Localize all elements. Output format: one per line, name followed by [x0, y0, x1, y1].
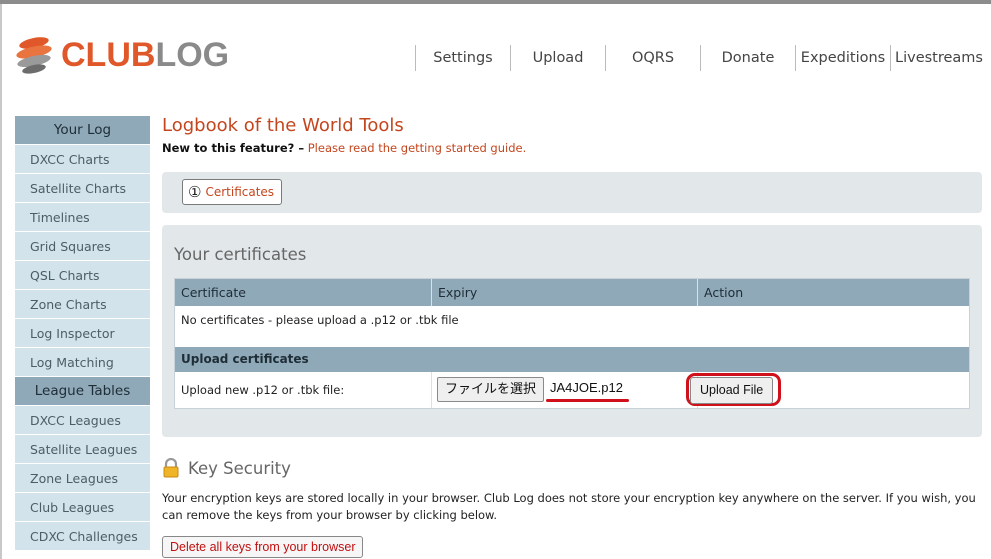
upload-row: Upload new .p12 or .tbk file: ファイルを選択 JA…: [175, 372, 969, 408]
page-title: Logbook of the World Tools: [162, 115, 404, 136]
certificates-panel: Your certificates Certificate Expiry Act…: [162, 225, 982, 437]
upload-label: Upload new .p12 or .tbk file:: [175, 372, 432, 408]
column-header-action: Action: [704, 285, 744, 300]
globe-logo-icon: [16, 37, 52, 74]
nav-upload[interactable]: Upload: [516, 45, 600, 71]
nav-separator: [415, 45, 416, 71]
choose-file-button[interactable]: ファイルを選択: [437, 377, 545, 402]
main-content: Logbook of the World Tools New to this f…: [162, 112, 982, 478]
nav-separator: [605, 45, 606, 71]
left-border: [0, 4, 2, 559]
nav-expeditions[interactable]: Expeditions: [799, 45, 887, 71]
nav-separator: [795, 45, 796, 71]
sidebar-item-dxcc-leagues[interactable]: DXCC Leagues: [15, 406, 150, 435]
nav-separator: [890, 45, 891, 71]
sidebar-item-satellite-charts[interactable]: Satellite Charts: [15, 174, 150, 203]
sidebar-item-zone-leagues[interactable]: Zone Leagues: [15, 464, 150, 493]
sidebar-heading-your-log[interactable]: Your Log: [15, 116, 150, 145]
empty-table-message: No certificates - please upload a .p12 o…: [175, 306, 969, 334]
nav-oqrs[interactable]: OQRS: [611, 45, 695, 71]
nav-livestreams[interactable]: Livestreams: [895, 45, 983, 71]
sidebar-item-club-leagues[interactable]: Club Leagues: [15, 493, 150, 522]
key-security-title: Key Security: [188, 458, 291, 478]
table-spacer: [175, 334, 969, 347]
top-nav: Settings Upload OQRS Donate Expeditions …: [415, 45, 991, 71]
certificates-title: Your certificates: [174, 245, 307, 264]
sidebar-item-zone-charts[interactable]: Zone Charts: [15, 290, 150, 319]
key-security-section: Key Security: [162, 458, 291, 478]
clublog-logo[interactable]: CLUBLOG: [15, 30, 229, 80]
table-header: Certificate Expiry Action: [175, 279, 969, 306]
intro-lead: New to this feature? –: [162, 141, 305, 155]
sidebar: Your Log DXCC Charts Satellite Charts Ti…: [15, 116, 150, 551]
upload-file-button[interactable]: Upload File: [690, 377, 774, 404]
delete-keys-button[interactable]: Delete all keys from your browser: [162, 536, 364, 558]
highlight-underline: [546, 399, 629, 402]
sidebar-item-qsl-charts[interactable]: QSL Charts: [15, 261, 150, 290]
key-security-description: Your encryption keys are stored locally …: [162, 491, 976, 522]
sidebar-item-log-inspector[interactable]: Log Inspector: [15, 319, 150, 348]
tab-label: Certificates: [205, 185, 275, 199]
sidebar-item-timelines[interactable]: Timelines: [15, 203, 150, 232]
file-input[interactable]: ファイルを選択 JA4JOE.p12: [432, 372, 698, 408]
sidebar-item-cdxc-challenges[interactable]: CDXC Challenges: [15, 522, 150, 551]
column-header-certificate: Certificate: [175, 279, 432, 306]
logo-text-log: LOG: [155, 36, 230, 74]
column-header-expiry: Expiry: [432, 279, 698, 306]
certificates-table: Certificate Expiry Action No certificate…: [174, 278, 970, 409]
tab-number: ①: [188, 183, 202, 201]
getting-started-link[interactable]: Please read the getting started guide.: [308, 141, 527, 155]
action-cell: Upload File: [686, 372, 969, 408]
sidebar-item-log-matching[interactable]: Log Matching: [15, 348, 150, 377]
tab-certificates[interactable]: ① Certificates: [182, 179, 283, 205]
intro-text: New to this feature? – Please read the g…: [162, 141, 982, 161]
selected-file-name: JA4JOE.p12: [550, 380, 623, 395]
nav-separator: [510, 45, 511, 71]
top-border: [0, 0, 991, 4]
nav-separator: [700, 45, 701, 71]
sidebar-item-dxcc-charts[interactable]: DXCC Charts: [15, 145, 150, 174]
sidebar-heading-league-tables[interactable]: League Tables: [15, 377, 150, 406]
lock-icon: [163, 458, 179, 478]
key-security-heading: Key Security: [162, 458, 291, 478]
sidebar-item-satellite-leagues[interactable]: Satellite Leagues: [15, 435, 150, 464]
tabs-panel: ① Certificates: [162, 172, 982, 213]
logo-text-club: CLUB: [61, 36, 156, 74]
nav-donate[interactable]: Donate: [706, 45, 790, 71]
nav-settings[interactable]: Settings: [421, 45, 505, 71]
sidebar-item-grid-squares[interactable]: Grid Squares: [15, 232, 150, 261]
upload-section-header: Upload certificates: [175, 347, 969, 372]
